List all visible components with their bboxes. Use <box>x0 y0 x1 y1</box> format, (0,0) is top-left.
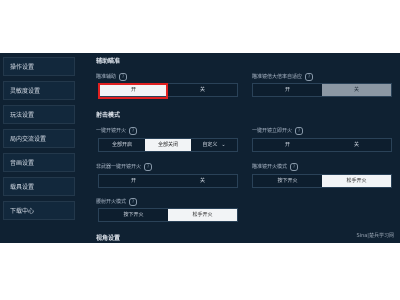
help-icon[interactable]: ? <box>305 73 314 81</box>
section-title-fire-mode: 射击模式 <box>96 112 121 119</box>
help-icon[interactable]: ? <box>119 73 128 81</box>
independent-fire-toggle: 开 关 <box>252 138 392 152</box>
scope-adapt-toggle: 开 关 <box>252 83 392 97</box>
help-icon[interactable]: ? <box>290 163 299 171</box>
hipfire-mode-label: 腰射开火模式? <box>96 198 138 206</box>
scope-adapt-off-option[interactable]: 关 <box>322 84 391 96</box>
independent-fire-off-option[interactable]: 关 <box>322 139 391 151</box>
hipfire-release-option[interactable]: 松手开火 <box>168 209 237 221</box>
settings-content: 辅助瞄准 瞄准辅助? 开 关 瞄准镜倍大倍率自适应? 开 关 射击模式 一键开镜… <box>94 53 398 243</box>
scope-fire-mode-toggle: 按下开火 松手开火 <box>252 174 392 188</box>
one-tap-fire-label: 一键开镜开火? <box>96 127 138 135</box>
help-icon[interactable]: ? <box>295 127 304 135</box>
highlight-box <box>98 83 168 99</box>
scope-adapt-on-option[interactable]: 开 <box>253 84 322 96</box>
hipfire-mode-toggle: 按下开火 松手开火 <box>98 208 238 222</box>
sidebar-item-sensitivity[interactable]: 灵敏度设置 <box>3 81 75 100</box>
semi-auto-toggle: 开 关 <box>98 174 238 188</box>
one-tap-fire-all-on-option[interactable]: 全部开启 <box>99 139 145 151</box>
sidebar-item-gameplay[interactable]: 玩法设置 <box>3 105 75 124</box>
scope-fire-release-option[interactable]: 松手开火 <box>322 175 391 187</box>
sidebar-item-downloads[interactable]: 下载中心 <box>3 201 75 220</box>
hipfire-press-option[interactable]: 按下开火 <box>99 209 168 221</box>
independent-fire-label: 一键开镜立即开火? <box>252 127 304 135</box>
sidebar-item-communication[interactable]: 局内交流设置 <box>3 129 75 148</box>
help-icon[interactable]: ? <box>129 127 138 135</box>
one-tap-fire-selector: 全部开启 全部关闭 自定义 ⌄ <box>98 138 238 152</box>
aim-assist-off-option[interactable]: 关 <box>168 84 237 96</box>
sidebar: 操作设置 灵敏度设置 玩法设置 局内交流设置 音画设置 载具设置 下载中心 <box>3 57 75 225</box>
section-title-view: 视角设置 <box>96 235 121 242</box>
one-tap-fire-custom-option[interactable]: 自定义 ⌄ <box>191 139 237 151</box>
semi-auto-label: 非武器一键开镜开火? <box>96 163 153 171</box>
sidebar-item-controls[interactable]: 操作设置 <box>3 57 75 76</box>
semi-auto-off-option[interactable]: 关 <box>168 175 237 187</box>
sidebar-item-vehicle[interactable]: 载具设置 <box>3 177 75 196</box>
help-icon[interactable]: ? <box>144 163 153 171</box>
scope-fire-mode-label: 瞄准镜开火模式? <box>252 163 299 171</box>
chevron-down-icon: ⌄ <box>221 142 226 148</box>
independent-fire-on-option[interactable]: 开 <box>253 139 322 151</box>
semi-auto-on-option[interactable]: 开 <box>99 175 168 187</box>
scope-adapt-label: 瞄准镜倍大倍率自适应? <box>252 73 314 81</box>
section-title-aim-assist: 辅助瞄准 <box>96 58 121 65</box>
scope-fire-press-option[interactable]: 按下开火 <box>253 175 322 187</box>
settings-panel: 操作设置 灵敏度设置 玩法设置 局内交流设置 音画设置 载具设置 下载中心 辅助… <box>0 53 400 243</box>
sidebar-item-audio-video[interactable]: 音画设置 <box>3 153 75 172</box>
aim-assist-label: 瞄准辅助? <box>96 73 128 81</box>
help-icon[interactable]: ? <box>129 198 138 206</box>
watermark: Sina|楚兵学习网 <box>356 233 394 239</box>
one-tap-fire-all-off-option[interactable]: 全部关闭 <box>145 139 191 151</box>
